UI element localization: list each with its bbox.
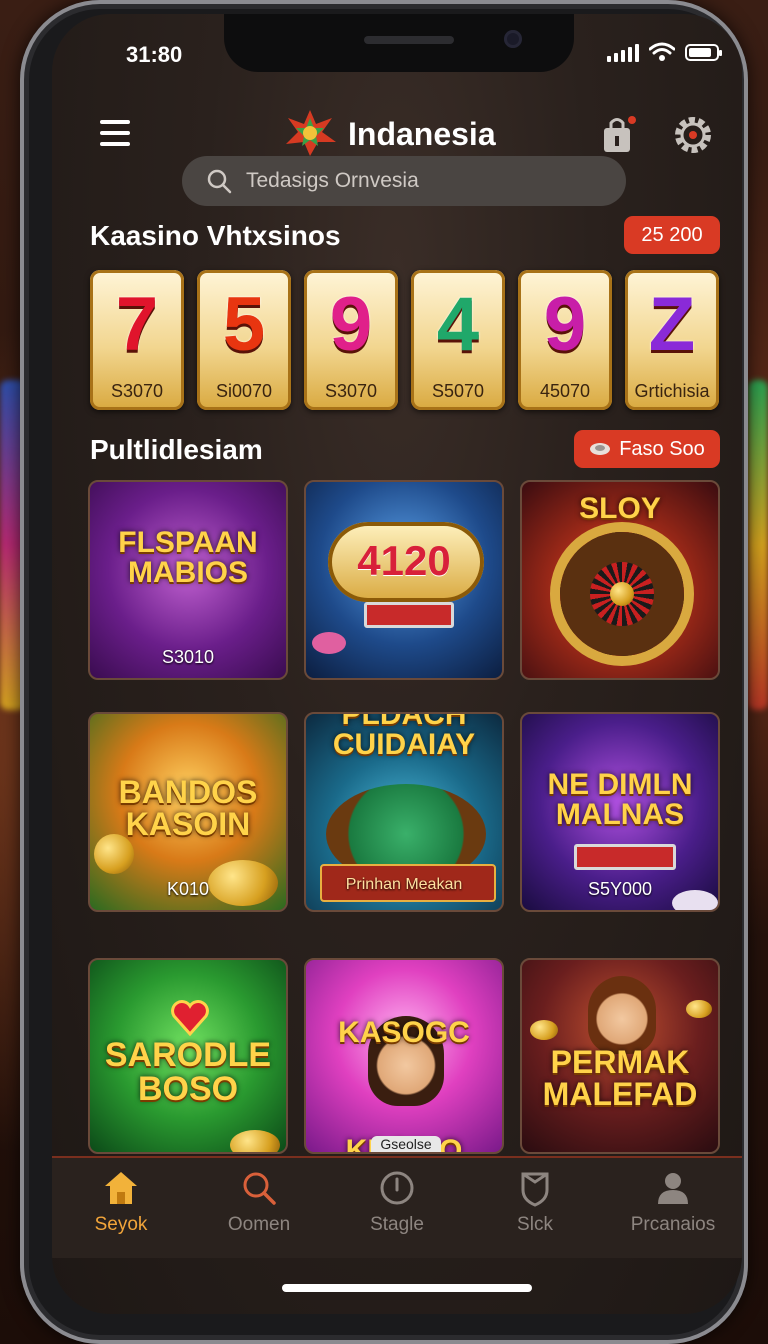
promo-badge[interactable]: Faso Soo xyxy=(574,430,720,468)
coin-icon xyxy=(230,1130,280,1152)
game-tile-caption: Gseolse xyxy=(371,1136,441,1152)
reel-digit: 9 xyxy=(543,282,587,367)
tab-home[interactable]: Seyok xyxy=(52,1158,190,1258)
signal-icon xyxy=(607,42,639,62)
tab-label: Slck xyxy=(517,1214,553,1235)
status-time: 31:80 xyxy=(126,42,183,67)
game-tile-title: PLDACH CUIDAIAY xyxy=(332,712,476,761)
promo-badge-label: Faso Soo xyxy=(619,437,705,460)
tab-search[interactable]: Oomen xyxy=(190,1158,328,1258)
game-tile[interactable]: 4120 xyxy=(304,480,504,680)
reel-digit: Z xyxy=(648,282,696,367)
settings-gear-icon[interactable] xyxy=(668,110,718,160)
shopping-bag-icon[interactable] xyxy=(598,114,638,154)
game-tile-title: NE DIMLN MALNAS xyxy=(547,768,693,831)
heart-icon xyxy=(171,1000,209,1036)
app-screen: 31:80 Indanesia Tedasigs Ornvesia Kaasin… xyxy=(52,14,742,1314)
reel-digit: 5 xyxy=(222,282,266,367)
game-tile[interactable]: FLSPAAN MABIOS S3010 xyxy=(88,480,288,680)
app-title: Indanesia xyxy=(348,116,496,152)
reel-label: 45070 xyxy=(539,381,591,401)
tab-label: Seyok xyxy=(94,1214,148,1235)
background-slot-machine-right xyxy=(748,380,768,710)
game-tile[interactable]: BANDOS KASOIN K010 xyxy=(88,712,288,912)
battery-icon xyxy=(685,43,722,61)
tab-label: Oomen xyxy=(227,1214,291,1235)
speaker xyxy=(364,36,454,44)
reel-digit: 4 xyxy=(436,282,480,367)
reel-label: Si0070 xyxy=(215,381,273,401)
slot-reel[interactable]: Z Grtichisia xyxy=(625,270,719,410)
section-title-games: Pultlidlesiam xyxy=(90,434,263,465)
wifi-icon xyxy=(649,42,675,61)
search-icon xyxy=(243,1172,276,1205)
game-tile[interactable]: SARODLE BOSO xyxy=(88,958,288,1154)
game-tile-title: 4120 xyxy=(357,537,451,584)
reel-label: S3070 xyxy=(110,381,164,401)
section-title-jackpots: Kaasino Vhtxsinos xyxy=(90,220,341,251)
player-avatar xyxy=(588,976,656,1054)
tab-clock[interactable]: Stagle xyxy=(328,1158,466,1258)
slot-reel[interactable]: 4 S5070 xyxy=(411,270,505,410)
chip-icon xyxy=(590,443,611,455)
jackpot-badge[interactable]: 25 200 xyxy=(624,216,720,254)
tab-profile[interactable]: Prcanaios xyxy=(604,1158,742,1258)
game-tile-title: FLSPAAN MABIOS xyxy=(118,526,258,589)
game-tile-title: PERMAK MALEFAD xyxy=(542,1044,698,1112)
game-tile[interactable]: KASOGC KDSIKO Gseolse xyxy=(304,958,504,1154)
reel-digit: 7 xyxy=(115,282,159,367)
lever-bar xyxy=(574,844,676,870)
coin-icon xyxy=(686,1000,712,1018)
chip-icon xyxy=(672,890,718,910)
phone-frame: 31:80 Indanesia Tedasigs Ornvesia Kaasin… xyxy=(20,0,748,1344)
clock-icon xyxy=(380,1171,414,1205)
game-tile[interactable]: NE DIMLN MALNAS S5Y000 xyxy=(520,712,720,912)
app-logo xyxy=(286,110,336,156)
search-bar[interactable]: Tedasigs Ornvesia xyxy=(182,156,626,206)
slot-lever-bar xyxy=(364,602,454,628)
hamburger-menu-icon[interactable] xyxy=(100,120,130,146)
game-tile[interactable]: PLDACH CUIDAIAY Prinhan Meakan xyxy=(304,712,504,912)
slot-reel[interactable]: 9 45070 xyxy=(518,270,612,410)
home-indicator[interactable] xyxy=(282,1284,532,1292)
tab-shield[interactable]: Slck xyxy=(466,1158,604,1258)
game-tile-title: BANDOS KASOIN xyxy=(118,774,258,842)
game-tile[interactable]: SLOY xyxy=(520,480,720,680)
search-placeholder: Tedasigs Ornvesia xyxy=(246,169,419,192)
notch xyxy=(224,14,574,72)
game-tile-amount: S3010 xyxy=(161,647,215,667)
slot-reel[interactable]: 5 Si0070 xyxy=(197,270,291,410)
coin-icon xyxy=(610,582,634,606)
reel-label: S3070 xyxy=(324,381,378,401)
game-tile-title: KASOGC KDSIKO xyxy=(338,1016,470,1152)
tab-label: Prcanaios xyxy=(630,1214,716,1235)
reel-label: S5070 xyxy=(431,381,485,401)
shield-icon xyxy=(521,1172,549,1207)
chip-icon xyxy=(312,632,346,654)
tab-label: Stagle xyxy=(370,1214,424,1235)
front-camera xyxy=(504,30,522,48)
profile-icon xyxy=(658,1173,688,1204)
status-icons xyxy=(607,42,722,62)
bottom-tab-bar: Seyok Oomen Stagle Slck Prcanaios xyxy=(52,1156,742,1258)
game-tile-title: SARODLE BOSO xyxy=(104,1036,272,1108)
game-tile-amount: K010 xyxy=(166,879,210,899)
game-tile[interactable]: PERMAK MALEFAD xyxy=(520,958,720,1154)
slot-reel[interactable]: 9 S3070 xyxy=(304,270,398,410)
reel-label: Grtichisia xyxy=(634,381,710,401)
coin-icon xyxy=(530,1020,558,1040)
home-icon xyxy=(105,1172,137,1204)
reel-digit: 9 xyxy=(329,282,373,367)
game-tile-title: SLOY xyxy=(579,492,661,525)
game-tile-caption: Prinhan Meakan xyxy=(345,876,463,893)
slot-reel[interactable]: 7 S3070 xyxy=(90,270,184,410)
search-icon xyxy=(207,169,232,194)
